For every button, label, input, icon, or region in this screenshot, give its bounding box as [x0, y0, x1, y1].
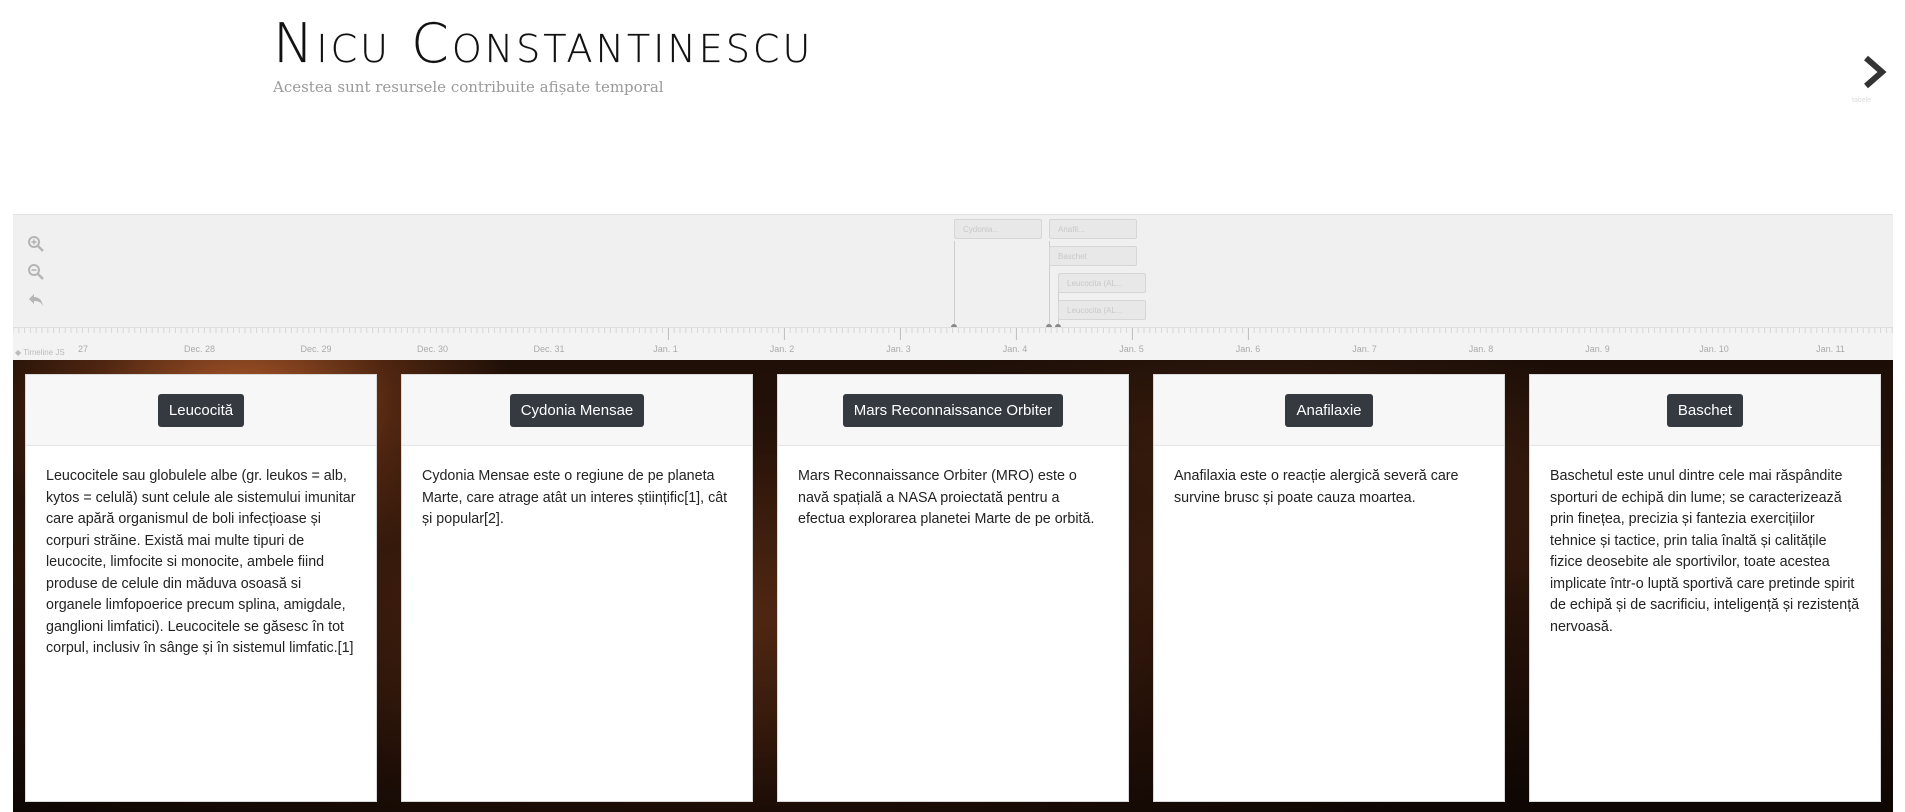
page-subtitle: Acestea sunt resursele contribuite afișa… — [273, 78, 664, 96]
resource-card: Anafilaxie Anafilaxia este o reacție ale… — [1153, 374, 1505, 802]
timeline-axis: 27 Dec. 28 Dec. 29 Dec. 30 Dec. 31 Jan. 1 Jan.… — [13, 327, 1893, 362]
timeline-date-label: Jan. 10 — [1699, 344, 1729, 354]
card-title-button[interactable]: Mars Reconnaissance Orbiter — [842, 393, 1064, 427]
timeline-date-label: Jan. 4 — [1002, 344, 1028, 354]
timeline-credit: ◆ Timeline JS — [15, 348, 65, 357]
timeline-marker[interactable]: Anafil... — [1049, 219, 1137, 239]
card-text: Baschetul este unul dintre cele mai răsp… — [1550, 468, 1860, 635]
timeline-date-label: Jan. 2 — [769, 344, 795, 354]
zoom-out-icon — [28, 264, 44, 280]
timeline-navigator[interactable]: Cydonia... Anafil... Baschet Leucocita (… — [13, 214, 1893, 362]
timeline-credit-text: Timeline JS — [23, 348, 65, 357]
card-text: Mars Reconnaissance Orbiter (MRO) este o… — [798, 468, 1095, 527]
card-header: Mars Reconnaissance Orbiter — [778, 375, 1128, 446]
timeline-marker[interactable]: Cydonia... — [954, 219, 1042, 239]
timeline-date-label: Jan. 11 — [1816, 344, 1845, 354]
timeline-marker[interactable]: Leucocita (AL... — [1058, 273, 1146, 293]
card-header: Cydonia Mensae — [402, 375, 752, 446]
zoom-in-button[interactable] — [25, 233, 47, 255]
chevron-right-icon — [1864, 55, 1887, 89]
zoom-out-button[interactable] — [25, 261, 47, 283]
resource-card: Cydonia Mensae Cydonia Mensae este o reg… — [401, 374, 753, 802]
card-title-button[interactable]: Anafilaxie — [1285, 393, 1373, 427]
resource-card: Baschet Baschetul este unul dintre cele … — [1529, 374, 1881, 802]
timeline-date-label: 27 — [77, 344, 89, 354]
timeline-date-label: Jan. 6 — [1235, 344, 1261, 354]
timeline-connector — [954, 241, 955, 327]
page-header: Nicu Constantinescu Acestea sunt resurse… — [273, 12, 1573, 96]
timeline-marker[interactable]: Baschet — [1049, 246, 1137, 266]
card-text: Cydonia Mensae este o regiune de pe plan… — [422, 468, 728, 527]
timeline-controls — [25, 233, 49, 317]
card-header: Anafilaxie — [1154, 375, 1504, 446]
timeline-date-label: Dec. 30 — [416, 344, 449, 354]
next-page-button[interactable] — [1860, 52, 1890, 92]
timeline-date-label: Jan. 1 — [653, 344, 678, 354]
undo-icon — [29, 294, 43, 306]
timeline-date-label: Jan. 9 — [1585, 344, 1610, 354]
timeline-date-label: Jan. 3 — [886, 344, 911, 354]
card-title-button[interactable]: Cydonia Mensae — [509, 393, 645, 427]
resource-card: Mars Reconnaissance Orbiter Mars Reconna… — [777, 374, 1129, 802]
slides-stage: Leucocită Leucocitele sau globulele albe… — [13, 360, 1893, 812]
card-header: Baschet — [1530, 375, 1880, 446]
timeline-date-label: Jan. 7 — [1352, 344, 1377, 354]
card-title-button[interactable]: Baschet — [1666, 393, 1744, 427]
card-title-button[interactable]: Leucocită — [157, 393, 245, 427]
timeline-date-label: Jan. 5 — [1119, 344, 1144, 354]
timeline-ruler — [13, 328, 1893, 340]
resource-card: Leucocită Leucocitele sau globulele albe… — [25, 374, 377, 802]
card-text: Leucocitele sau globulele albe (gr. leuk… — [46, 468, 356, 656]
page-title: Nicu Constantinescu — [273, 12, 814, 75]
zoom-in-icon — [28, 236, 44, 252]
card-text: Anafilaxia este o reacție alergică sever… — [1174, 468, 1459, 506]
next-page-hint: tabele — [1852, 97, 1872, 104]
timeline-date-label: Dec. 29 — [300, 344, 332, 354]
timeline-date-label: Dec. 28 — [183, 344, 216, 354]
card-header: Leucocită — [26, 375, 376, 446]
timeline-marker[interactable]: Leucocita (AL... — [1058, 300, 1146, 320]
timeline-date-label: Dec. 31 — [533, 344, 565, 354]
back-to-start-button[interactable] — [25, 289, 47, 311]
timeline-date-label: Jan. 8 — [1468, 344, 1494, 354]
